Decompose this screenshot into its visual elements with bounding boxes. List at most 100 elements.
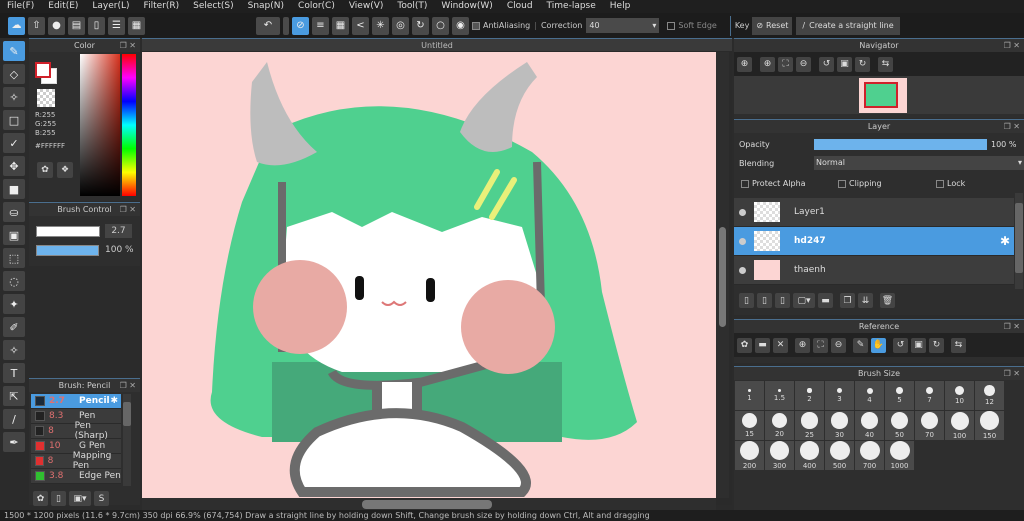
zoom-out-icon[interactable]: ⊖	[796, 56, 811, 72]
flip-icon[interactable]: ⇆	[951, 337, 966, 353]
lock-checkbox[interactable]: Lock	[936, 179, 965, 188]
brush-size-option[interactable]: 300	[765, 441, 794, 470]
delete-layer-icon[interactable]: 🗑	[880, 293, 895, 308]
visibility-icon[interactable]	[739, 266, 746, 274]
fill-rect-icon[interactable]: ■	[3, 179, 25, 199]
eyedropper-icon[interactable]: ✎	[853, 337, 868, 353]
palette-icon[interactable]: ✿	[37, 162, 53, 178]
new-1bit-layer-icon[interactable]: ▯	[775, 293, 790, 308]
vertical-scrollbar[interactable]	[716, 52, 729, 498]
radial-snap-icon[interactable]: ✳	[372, 16, 389, 35]
brush-size-option[interactable]: 700	[855, 441, 884, 470]
vanish-point-icon[interactable]: <	[352, 16, 369, 35]
protect-alpha-checkbox[interactable]: Protect Alpha	[741, 179, 806, 188]
page-icon[interactable]: ▯	[88, 16, 105, 35]
brush-size-option[interactable]: 1000	[885, 441, 914, 470]
brush-size-option[interactable]: 400	[795, 441, 824, 470]
menu-item-layer[interactable]: Layer(L)	[85, 0, 136, 13]
cloud-brush-icon[interactable]: ✿	[33, 491, 48, 506]
brush-size-option[interactable]: 3	[825, 381, 854, 410]
brush-list-scrollbar[interactable]	[123, 394, 131, 486]
menu-item-cloud[interactable]: Cloud	[500, 0, 540, 13]
brush-opacity-slider[interactable]	[36, 245, 99, 256]
open-reference-icon[interactable]: ▬	[755, 337, 770, 353]
parallel-snap-icon[interactable]: ≡	[312, 16, 329, 35]
menu-item-help[interactable]: Help	[603, 0, 638, 13]
brush-size-option[interactable]: 200	[735, 441, 764, 470]
brush-size-option[interactable]: 2	[795, 381, 824, 410]
brush-size-option[interactable]: 25	[795, 411, 824, 440]
brush-size-option[interactable]: 70	[915, 411, 944, 440]
divide-tool-icon[interactable]: /	[3, 409, 25, 429]
correction-select[interactable]: 40 ▾	[586, 18, 660, 33]
bucket-tool-icon[interactable]: ⛀	[3, 202, 25, 222]
brush-size-option[interactable]: 4	[855, 381, 884, 410]
menu-item-window[interactable]: Window(W)	[434, 0, 499, 13]
new-layer-icon[interactable]: ▯	[739, 293, 754, 308]
folder-icon[interactable]: ▬	[818, 293, 833, 308]
reset-button[interactable]: ⊘ Reset	[752, 16, 793, 35]
color-history-icon[interactable]: ❖	[57, 162, 73, 178]
new-8bit-layer-icon[interactable]: ▯	[757, 293, 772, 308]
drawing-canvas[interactable]	[142, 52, 716, 498]
navigator-viewport[interactable]	[864, 82, 898, 108]
message-icon[interactable]: ▤	[68, 16, 85, 35]
panel-close-icon[interactable]: ❐ ✕	[1004, 367, 1020, 381]
rotate-right-icon[interactable]: ↻	[855, 56, 870, 72]
straight-line-button[interactable]: / Create a straight line	[796, 16, 900, 35]
ellipse-snap-icon[interactable]: ○	[432, 16, 449, 35]
hand-icon[interactable]: ✋	[871, 337, 886, 353]
clipping-checkbox[interactable]: Clipping	[838, 179, 882, 188]
brush-size-option[interactable]: 40	[855, 411, 884, 440]
brush-tool-icon[interactable]: ✎	[3, 41, 25, 61]
hue-slider[interactable]	[122, 54, 136, 196]
saturation-value-picker[interactable]	[80, 54, 120, 196]
add-brush-dropdown-icon[interactable]: ▣▾	[69, 491, 91, 506]
circle-snap-icon[interactable]: ◎	[392, 16, 409, 35]
brush-size-option[interactable]: 1	[735, 381, 764, 410]
brush-size-option[interactable]: 12	[975, 381, 1004, 410]
select-eraser-icon[interactable]: ✧	[3, 340, 25, 360]
menu-item-select[interactable]: Select(S)	[186, 0, 241, 13]
curve-snap-icon[interactable]: ↻	[412, 16, 429, 35]
panel-close-icon[interactable]: ❐ ✕	[1004, 320, 1020, 334]
layer-item[interactable]: hd247 ✱	[734, 227, 1014, 256]
brush-size-option[interactable]: 7	[915, 381, 944, 410]
soft-edge-checkbox[interactable]	[667, 21, 676, 30]
grid-icon[interactable]: ▦	[128, 16, 145, 35]
panel-close-icon[interactable]: ❐ ✕	[120, 203, 136, 217]
brush-size-option[interactable]: 150	[975, 411, 1004, 440]
undo-icon[interactable]: ↶	[256, 16, 280, 35]
brush-settings-icon[interactable]: S	[94, 491, 109, 506]
rotate-reset-icon[interactable]: ▣	[911, 337, 926, 353]
menu-item-file[interactable]: File(F)	[0, 0, 41, 13]
brush-item[interactable]: 2.7 Pencil ✱	[31, 394, 121, 409]
gear-icon[interactable]: ✱	[110, 396, 118, 406]
rotate-left-icon[interactable]: ↺	[893, 337, 908, 353]
menu-item-view[interactable]: View(V)	[342, 0, 391, 13]
antialiasing-checkbox[interactable]	[472, 21, 480, 30]
blending-select[interactable]: Normal ▾	[814, 156, 1024, 170]
brush-item[interactable]: 8 Mapping Pen	[31, 451, 121, 471]
brush-size-option[interactable]: 100	[945, 411, 974, 440]
gear-icon[interactable]: ✱	[1000, 234, 1010, 248]
layer-item[interactable]: thaenh	[734, 256, 1014, 285]
brush-size-option[interactable]: 5	[885, 381, 914, 410]
zoom-in-icon[interactable]: ⊕	[760, 56, 775, 72]
add-layer-dropdown-icon[interactable]: ▢▾	[793, 293, 815, 308]
cloud-reference-icon[interactable]: ✿	[737, 337, 752, 353]
zoom-out-icon[interactable]: ⊖	[831, 337, 846, 353]
eyedropper-icon[interactable]: ✒	[3, 432, 25, 452]
merge-layer-icon[interactable]: ⇊	[858, 293, 873, 308]
fit-icon[interactable]: ⛶	[778, 56, 793, 72]
brush-size-option[interactable]: 1.5	[765, 381, 794, 410]
rotate-reset-icon[interactable]: ▣	[837, 56, 852, 72]
layer-item[interactable]: Layer1	[734, 198, 1014, 227]
menu-item-filter[interactable]: Filter(R)	[137, 0, 187, 13]
brush-size-option[interactable]: 10	[945, 381, 974, 410]
rectangle-tool-icon[interactable]: □	[3, 110, 25, 130]
snap-settings-icon[interactable]: ◉	[452, 16, 469, 35]
zoom-actual-icon[interactable]: ⊕	[737, 56, 752, 72]
brush-size-value[interactable]: 2.7	[105, 224, 132, 238]
brush-item[interactable]: 8 Pen (Sharp)	[31, 421, 121, 441]
